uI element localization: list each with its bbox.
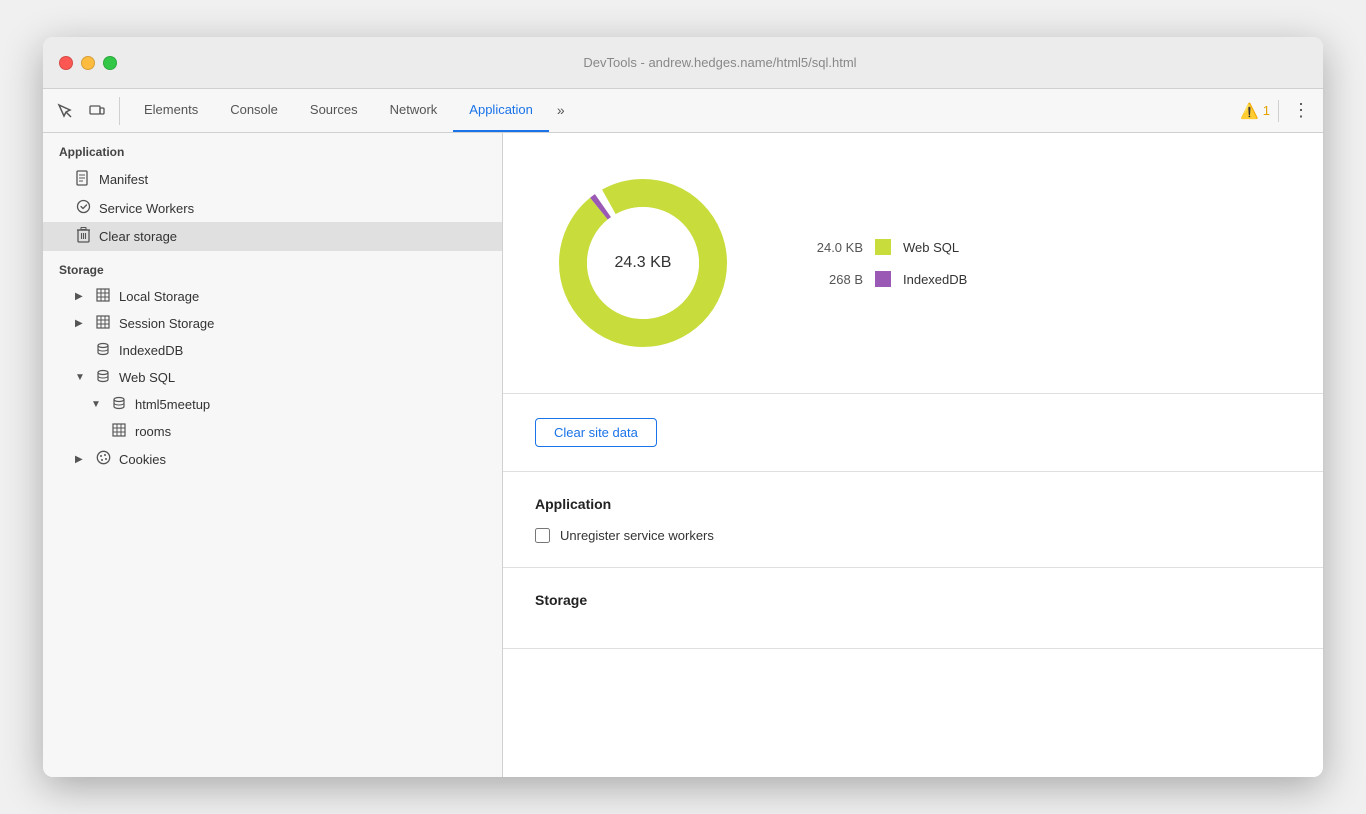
more-tabs-button[interactable]: » bbox=[549, 88, 573, 132]
legend-item-indexeddb: 268 B IndexedDB bbox=[803, 271, 967, 287]
content-area: 24.3 KB 24.0 KB Web SQL 268 B IndexedDB bbox=[503, 133, 1323, 777]
tab-network[interactable]: Network bbox=[374, 88, 454, 132]
html5meetup-icon bbox=[111, 396, 127, 413]
unregister-sw-label: Unregister service workers bbox=[560, 528, 714, 543]
tab-sources[interactable]: Sources bbox=[294, 88, 374, 132]
chart-area: 24.3 KB 24.0 KB Web SQL 268 B IndexedDB bbox=[503, 133, 1323, 394]
manifest-icon bbox=[75, 170, 91, 189]
warning-count: 1 bbox=[1263, 103, 1270, 118]
sidebar-item-service-workers[interactable]: Service Workers bbox=[43, 194, 502, 222]
indexeddb-color-swatch bbox=[875, 271, 891, 287]
toolbar-right: ⚠️ 1 ⋮ bbox=[1232, 97, 1315, 125]
maximize-button[interactable] bbox=[103, 56, 117, 70]
tab-application[interactable]: Application bbox=[453, 88, 549, 132]
tab-console[interactable]: Console bbox=[214, 88, 294, 132]
clear-site-data-section: Clear site data bbox=[503, 394, 1323, 472]
indexeddb-legend-label: IndexedDB bbox=[903, 272, 967, 287]
sidebar-item-rooms[interactable]: rooms bbox=[43, 418, 502, 445]
indexeddb-icon bbox=[95, 342, 111, 359]
toolbar-icons bbox=[51, 97, 120, 125]
cookies-label: Cookies bbox=[119, 452, 166, 467]
sidebar-item-local-storage[interactable]: ▶ Local Storage bbox=[43, 283, 502, 310]
rooms-icon bbox=[111, 423, 127, 440]
legend-item-websql: 24.0 KB Web SQL bbox=[803, 239, 967, 255]
window-title: DevTools - andrew.hedges.name/html5/sql.… bbox=[133, 55, 1307, 70]
devtools-window: DevTools - andrew.hedges.name/html5/sql.… bbox=[43, 37, 1323, 777]
sidebar-item-clear-storage[interactable]: Clear storage bbox=[43, 222, 502, 251]
session-storage-icon bbox=[95, 315, 111, 332]
session-storage-arrow: ▶ bbox=[75, 318, 87, 329]
clear-storage-icon bbox=[75, 227, 91, 246]
unregister-sw-checkbox[interactable] bbox=[535, 528, 550, 543]
service-workers-icon bbox=[75, 199, 91, 217]
clear-site-data-button[interactable]: Clear site data bbox=[535, 418, 657, 447]
web-sql-icon bbox=[95, 369, 111, 386]
app-section-header: Application bbox=[43, 133, 502, 165]
rooms-label: rooms bbox=[135, 424, 171, 439]
tab-list: Elements Console Sources Network Applica… bbox=[128, 89, 573, 132]
tab-elements[interactable]: Elements bbox=[128, 88, 214, 132]
sidebar-item-html5meetup[interactable]: ▼ html5meetup bbox=[43, 391, 502, 418]
local-storage-arrow: ▶ bbox=[75, 291, 87, 302]
cookies-arrow: ▶ bbox=[75, 454, 87, 465]
service-workers-label: Service Workers bbox=[99, 201, 194, 216]
storage-section-title: Storage bbox=[535, 592, 1291, 608]
manifest-label: Manifest bbox=[99, 172, 148, 187]
unregister-sw-row: Unregister service workers bbox=[535, 528, 1291, 543]
sidebar-item-manifest[interactable]: Manifest bbox=[43, 165, 502, 194]
websql-color-swatch bbox=[875, 239, 891, 255]
donut-center-label: 24.3 KB bbox=[615, 254, 672, 272]
html5meetup-arrow: ▼ bbox=[91, 399, 103, 410]
device-toggle-icon[interactable] bbox=[83, 97, 111, 125]
local-storage-label: Local Storage bbox=[119, 289, 199, 304]
sidebar-item-session-storage[interactable]: ▶ Session Storage bbox=[43, 310, 502, 337]
clear-storage-label: Clear storage bbox=[99, 229, 177, 244]
warning-badge[interactable]: ⚠️ 1 bbox=[1232, 100, 1279, 122]
websql-size: 24.0 KB bbox=[803, 240, 863, 255]
traffic-lights bbox=[59, 56, 117, 70]
web-sql-arrow: ▼ bbox=[75, 372, 87, 383]
session-storage-label: Session Storage bbox=[119, 316, 214, 331]
sidebar-item-cookies[interactable]: ▶ Cookies bbox=[43, 445, 502, 473]
sidebar-item-web-sql[interactable]: ▼ Web SQL bbox=[43, 364, 502, 391]
sidebar: Application Manifest Service Workers Cle… bbox=[43, 133, 503, 777]
chart-legend: 24.0 KB Web SQL 268 B IndexedDB bbox=[803, 239, 967, 287]
cookies-icon bbox=[95, 450, 111, 468]
sidebar-item-indexeddb[interactable]: ▶ IndexedDB bbox=[43, 337, 502, 364]
toolbar: Elements Console Sources Network Applica… bbox=[43, 89, 1323, 133]
titlebar: DevTools - andrew.hedges.name/html5/sql.… bbox=[43, 37, 1323, 89]
warning-icon: ⚠️ bbox=[1240, 102, 1259, 120]
donut-chart: 24.3 KB bbox=[543, 163, 743, 363]
minimize-button[interactable] bbox=[81, 56, 95, 70]
html5meetup-label: html5meetup bbox=[135, 397, 210, 412]
kebab-menu-button[interactable]: ⋮ bbox=[1287, 97, 1315, 125]
websql-legend-label: Web SQL bbox=[903, 240, 959, 255]
application-section-title: Application bbox=[535, 496, 1291, 512]
storage-section-header: Storage bbox=[43, 251, 502, 283]
indexeddb-label: IndexedDB bbox=[119, 343, 183, 358]
web-sql-label: Web SQL bbox=[119, 370, 175, 385]
main-content: Application Manifest Service Workers Cle… bbox=[43, 133, 1323, 777]
storage-section: Storage bbox=[503, 568, 1323, 649]
close-button[interactable] bbox=[59, 56, 73, 70]
local-storage-icon bbox=[95, 288, 111, 305]
inspect-element-icon[interactable] bbox=[51, 97, 79, 125]
application-section: Application Unregister service workers bbox=[503, 472, 1323, 568]
indexeddb-size: 268 B bbox=[803, 272, 863, 287]
